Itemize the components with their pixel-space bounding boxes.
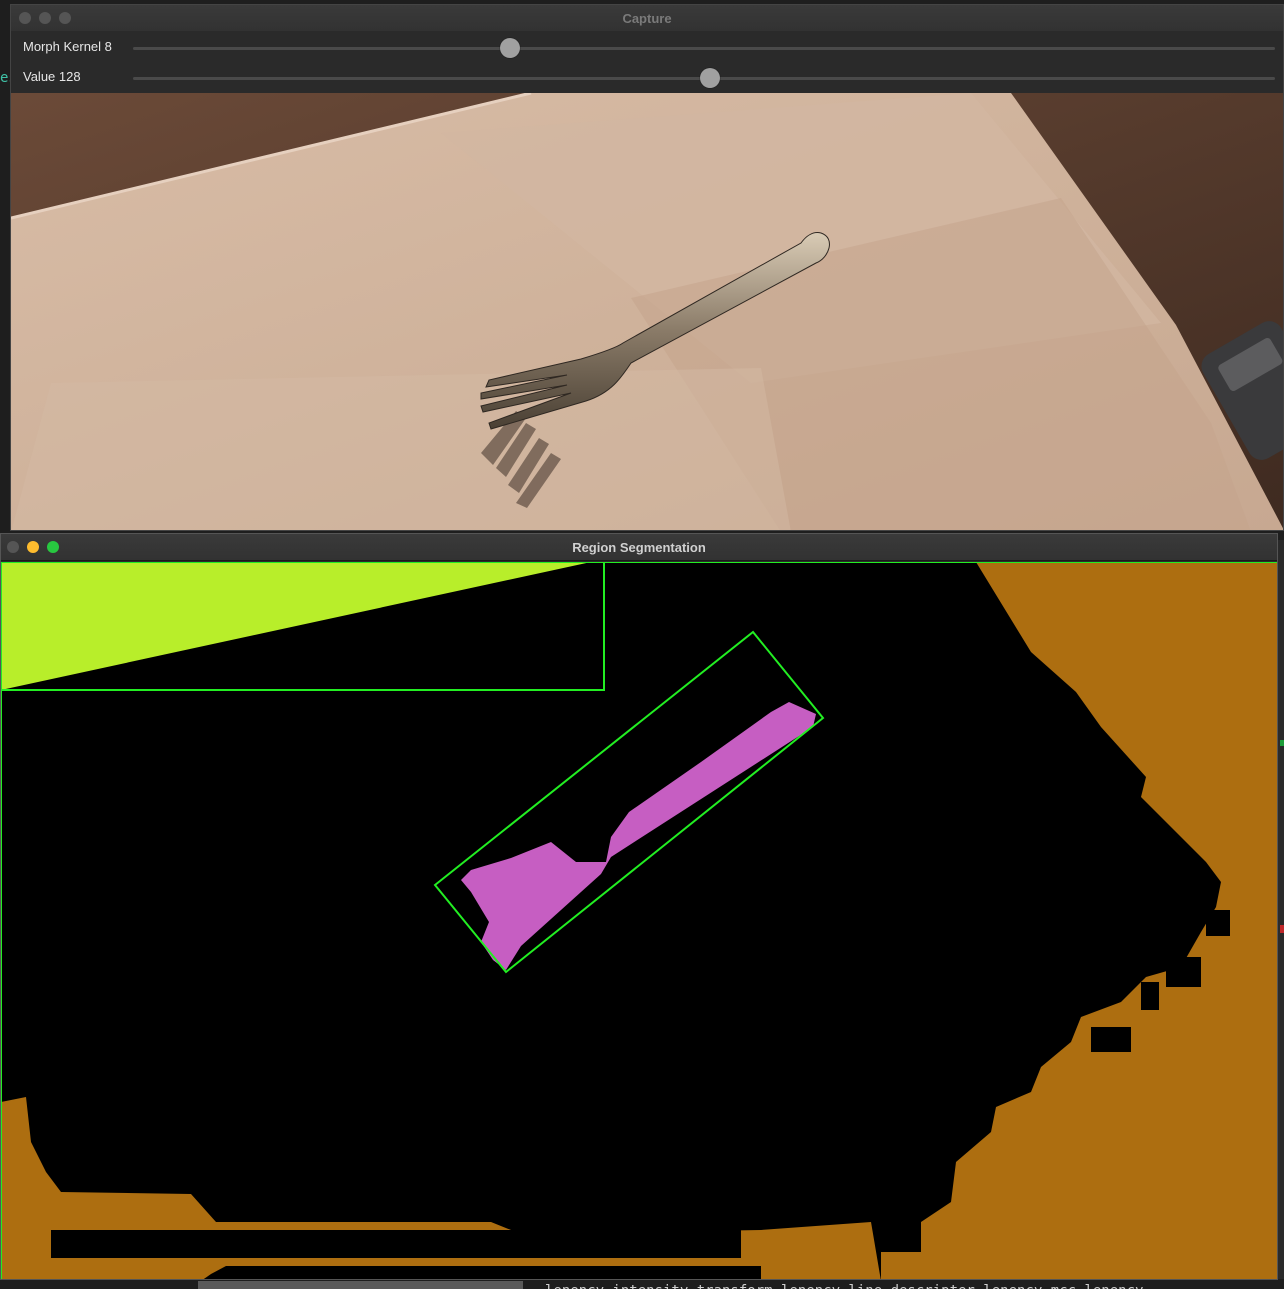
capture-window: Capture Morph Kernel 8 Value 128 (10, 4, 1284, 531)
value-slider-knob[interactable] (699, 68, 720, 88)
background-red-mark (1280, 925, 1284, 933)
trackbar-panel: Morph Kernel 8 Value 128 (11, 31, 1283, 93)
background-terminal-text: es (0, 70, 10, 86)
value-slider[interactable] (133, 68, 1275, 88)
capture-titlebar[interactable]: Capture (11, 5, 1283, 32)
camera-frame-image (11, 93, 1283, 530)
morph-kernel-slider[interactable] (133, 38, 1275, 58)
background-green-mark (1280, 740, 1284, 746)
segmentation-titlebar[interactable]: Region Segmentation (1, 534, 1277, 561)
segmentation-image (1, 562, 1277, 1279)
segmentation-window-title: Region Segmentation (572, 540, 706, 555)
background-window-edge (1278, 540, 1284, 1280)
value-label: Value 128 (23, 69, 81, 84)
background-scrollbar[interactable] (198, 1281, 523, 1289)
capture-window-title: Capture (622, 11, 672, 26)
background-editor-text: lenency intensity transform lenency line… (545, 1279, 1284, 1289)
morph-kernel-label: Morph Kernel 8 (23, 39, 112, 54)
segmentation-window: Region Segmentation (0, 533, 1278, 1280)
morph-kernel-slider-knob[interactable] (499, 38, 520, 58)
